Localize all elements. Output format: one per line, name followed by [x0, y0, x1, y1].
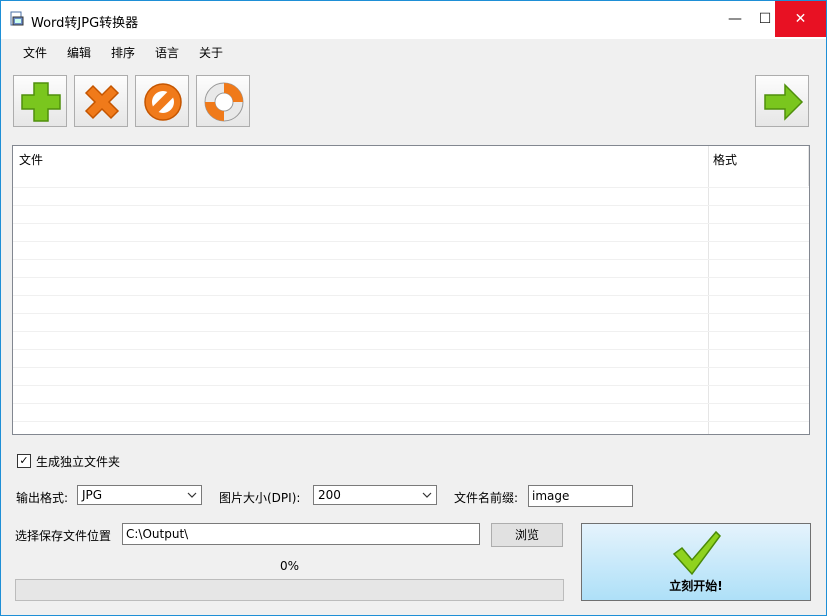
row-divider [13, 241, 809, 242]
column-divider [708, 146, 709, 434]
menu-edit[interactable]: 编辑 [67, 44, 91, 61]
separate-folder-checkbox[interactable]: ✓ [17, 454, 31, 468]
dpi-value: 200 [318, 488, 341, 502]
remove-file-button[interactable] [74, 75, 128, 127]
progress-bar [15, 579, 564, 601]
row-divider [13, 385, 809, 386]
next-icon [764, 83, 804, 121]
remove-icon [84, 84, 120, 120]
window-title: Word转JPG转换器 [31, 16, 139, 31]
main-panel: 文件 格式 ✓ 生成独立文件夹 输出格式: JPG 图片大小(DPI): 200… [1, 63, 826, 613]
clear-icon [144, 83, 182, 121]
next-button[interactable] [755, 75, 809, 127]
chevron-down-icon [187, 492, 197, 498]
dpi-label: 图片大小(DPI): [219, 491, 301, 505]
row-divider [13, 421, 809, 422]
row-divider [13, 259, 809, 260]
app-window: Word转JPG转换器 — ☐ ✕ 文件 编辑 排序 语言 关于 文件 格式 ✓… [0, 0, 827, 616]
separate-folder-label[interactable]: 生成独立文件夹 [36, 453, 120, 470]
menu-about[interactable]: 关于 [199, 44, 223, 61]
output-format-select[interactable]: JPG [77, 485, 202, 505]
add-icon [21, 82, 61, 122]
help-button[interactable] [196, 75, 250, 127]
add-files-button[interactable] [13, 75, 67, 127]
column-divider [808, 146, 809, 186]
clear-list-button[interactable] [135, 75, 189, 127]
row-divider [13, 187, 809, 188]
prefix-input[interactable]: image [528, 485, 633, 507]
menu-bar: 文件 编辑 排序 语言 关于 [1, 39, 826, 63]
row-divider [13, 367, 809, 368]
start-label: 立刻开始! [669, 579, 723, 593]
help-icon [204, 82, 244, 122]
column-header-file[interactable]: 文件 [19, 146, 43, 186]
row-divider [13, 277, 809, 278]
row-divider [13, 205, 809, 206]
start-button[interactable]: 立刻开始! [581, 523, 811, 601]
output-format-value: JPG [82, 488, 103, 502]
save-path-input[interactable]: C:\Output\ [122, 523, 480, 545]
menu-sort[interactable]: 排序 [111, 44, 135, 61]
row-divider [13, 313, 809, 314]
browse-button[interactable]: 浏览 [491, 523, 563, 547]
output-format-label: 输出格式: [16, 491, 69, 505]
prefix-label: 文件名前缀: [454, 491, 519, 505]
column-header-format[interactable]: 格式 [713, 146, 737, 186]
file-list[interactable]: 文件 格式 [12, 145, 810, 435]
row-divider [13, 403, 809, 404]
row-divider [13, 295, 809, 296]
menu-file[interactable]: 文件 [23, 44, 47, 61]
close-button[interactable]: ✕ [775, 1, 826, 37]
save-location-label: 选择保存文件位置 [15, 529, 112, 543]
title-bar: Word转JPG转换器 — ☐ ✕ [1, 1, 826, 39]
row-divider [13, 349, 809, 350]
progress-text: 0% [280, 559, 300, 573]
chevron-down-icon [422, 492, 432, 498]
app-icon [10, 11, 24, 26]
row-divider [13, 223, 809, 224]
row-divider [13, 331, 809, 332]
checkmark-icon [672, 530, 721, 576]
menu-language[interactable]: 语言 [155, 44, 179, 61]
dpi-select[interactable]: 200 [313, 485, 437, 505]
